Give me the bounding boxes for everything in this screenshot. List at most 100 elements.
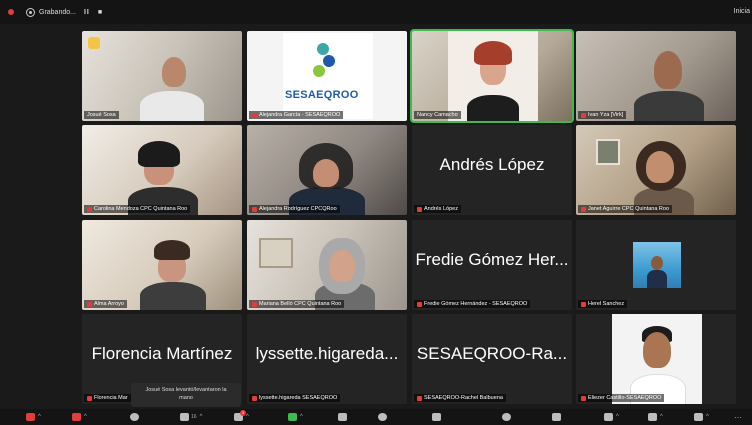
participant-tile[interactable]: Herel Sanchez [576, 220, 736, 310]
chevron-up-icon[interactable]: ^ [246, 414, 249, 420]
muted-mic-icon [252, 395, 257, 401]
participant-tile[interactable]: Alejandra Rodríguez CPCQRoo [247, 125, 407, 215]
share-screen-icon [288, 413, 297, 421]
muted-mic-icon [417, 301, 422, 307]
muted-mic-icon [417, 395, 422, 401]
participants-icon [180, 413, 189, 421]
participant-display-name: Andrés López [439, 155, 545, 174]
participant-tile[interactable]: lyssette.higareda... lyssette.higareda S… [247, 314, 407, 404]
participant-tile-active-speaker[interactable]: Nancy Camacho [410, 29, 574, 123]
muted-mic-icon [87, 206, 92, 212]
chevron-up-icon[interactable]: ^ [300, 414, 303, 420]
shield-icon [130, 413, 139, 421]
participant-name: Mariana Belló CPC Quintana Roo [249, 300, 345, 308]
participant-tile[interactable]: Janet Aguirre CPC Quintana Roo [576, 125, 736, 215]
chevron-up-icon[interactable]: ^ [706, 414, 709, 420]
participant-tile[interactable]: Mariana Belló CPC Quintana Roo [247, 220, 407, 310]
more-button[interactable]: ··· [734, 412, 742, 422]
muted-mic-icon [581, 301, 586, 307]
participant-tile[interactable]: Josué Sosa [82, 31, 242, 121]
participant-name: Andrés López [414, 205, 461, 213]
pause-recording-icon[interactable]: II [84, 9, 90, 16]
muted-mic-icon [581, 112, 586, 118]
participant-face [646, 151, 674, 183]
participant-face [654, 51, 682, 89]
participant-tile[interactable]: Ivan Yza [Virk] [576, 31, 736, 121]
participant-tile[interactable]: Alma Arroyo [82, 220, 242, 310]
muted-mic-icon [252, 112, 257, 118]
participant-name: Carolina Mendoza CPC Quintana Roo [84, 205, 191, 213]
participant-face [162, 57, 186, 87]
notes-button[interactable]: ^ [694, 412, 709, 422]
muted-mic-icon [87, 301, 92, 307]
hand-icon [552, 413, 561, 421]
participant-gallery: Josué Sosa SESAEQROO Alejandra García - … [82, 29, 736, 405]
record-icon [26, 7, 35, 17]
view-button[interactable]: ^ [648, 412, 663, 422]
participant-name: Alejandra Rodríguez CPCQRoo [249, 205, 340, 213]
security-button[interactable] [130, 412, 139, 422]
participant-name: lyssette.higareda SESAEQROO [249, 394, 341, 402]
profile-picture [633, 242, 681, 288]
reactions-icon [502, 413, 511, 421]
stop-recording-icon[interactable]: ■ [98, 9, 103, 16]
participant-name: Josué Sosa [84, 111, 119, 119]
muted-mic-icon [252, 301, 257, 307]
participant-display-name: Florencia Martínez [91, 344, 233, 363]
video-button[interactable]: ^ [72, 412, 87, 422]
participant-face [329, 250, 355, 282]
participant-display-name: Fredie Gómez Her... [415, 250, 569, 269]
participant-name: Florencia Mar [84, 394, 131, 402]
chevron-up-icon[interactable]: ^ [616, 414, 619, 420]
status-dot-icon [8, 9, 14, 15]
chevron-up-icon[interactable]: ^ [200, 414, 203, 420]
sparkle-icon [378, 413, 387, 421]
view-icon [648, 413, 657, 421]
muted-mic-icon [581, 206, 586, 212]
mute-button[interactable]: ^ [26, 412, 41, 422]
participant-name: Eliezer Castillo-SESAEQROO [578, 394, 665, 402]
whiteboard-button[interactable]: ^ [604, 412, 619, 422]
raised-hand-notification: Josué Sosa levantó/levantaron la mano [131, 383, 241, 407]
record-button[interactable] [338, 412, 347, 422]
share-screen-button[interactable]: ^ [288, 412, 303, 422]
breakout-rooms-button[interactable] [432, 412, 441, 422]
chat-badge: 3 [240, 410, 246, 416]
muted-mic-icon [581, 395, 586, 401]
participant-tile[interactable]: Carolina Mendoza CPC Quintana Roo [82, 125, 242, 215]
participant-name: SESAEQROO-Rachel Balbuena [414, 394, 506, 402]
raise-hand-button[interactable] [552, 412, 561, 422]
participant-name: Fredie Gómez Hernández - SESAEQROO [414, 300, 531, 308]
participant-tile[interactable]: SESAEQROO Alejandra García - SESAEQROO [247, 31, 407, 121]
top-bar: Grabando... II ■ Inicia [0, 0, 752, 24]
participant-tile[interactable]: Eliezer Castillo-SESAEQROO [576, 314, 736, 404]
top-right-label[interactable]: Inicia [734, 8, 750, 15]
participant-tile[interactable]: Fredie Gómez Her... Fredie Gómez Hernánd… [412, 220, 572, 310]
reactions-button[interactable] [502, 412, 511, 422]
record-icon [338, 413, 347, 421]
participant-name: Alma Arroyo [84, 300, 127, 308]
participants-button[interactable]: 16 ^ [180, 412, 202, 422]
chevron-up-icon[interactable]: ^ [38, 414, 41, 420]
video-camera-off-icon [72, 413, 81, 421]
muted-mic-icon [87, 395, 92, 401]
apps-button[interactable] [378, 412, 387, 422]
chevron-up-icon[interactable]: ^ [660, 414, 663, 420]
participant-face [643, 332, 671, 368]
chat-button[interactable]: 3 ^ [234, 410, 249, 422]
participant-name: Ivan Yza [Virk] [578, 111, 627, 119]
chevron-up-icon[interactable]: ^ [84, 414, 87, 420]
participant-name: Nancy Camacho [414, 111, 461, 119]
participant-display-name: lyssette.higareda... [255, 344, 399, 363]
recording-label: Grabando... [39, 8, 76, 16]
meeting-toolbar [0, 409, 752, 425]
whiteboard-icon [604, 413, 613, 421]
participant-tile[interactable]: SESAEQROO-Ra... SESAEQROO-Rachel Balbuen… [412, 314, 572, 404]
muted-mic-icon [417, 206, 422, 212]
participant-name: Janet Aguirre CPC Quintana Roo [578, 205, 673, 213]
notes-icon [694, 413, 703, 421]
participant-name: Herel Sanchez [578, 300, 628, 308]
organization-logo: SESAEQROO [283, 33, 373, 119]
participant-tile[interactable]: Andrés López Andrés López [412, 125, 572, 215]
recording-indicator[interactable]: Grabando... II ■ [26, 7, 103, 17]
